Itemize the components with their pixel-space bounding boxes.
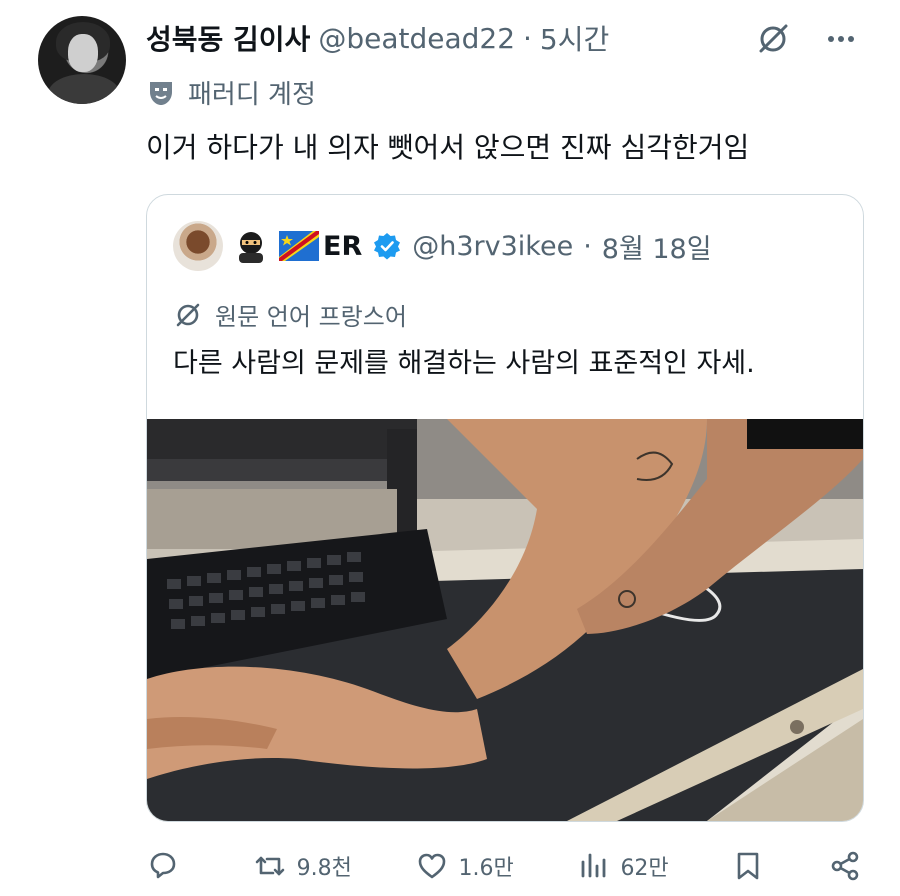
share-button[interactable] (828, 849, 862, 883)
mask-icon (150, 81, 172, 105)
share-icon (831, 851, 859, 881)
quoted-avatar (173, 221, 223, 271)
author-name[interactable]: 성북동 김이사 (146, 18, 310, 58)
reply-icon (150, 852, 176, 879)
top-actions (754, 20, 860, 58)
translate-icon[interactable] (754, 20, 792, 58)
tweet-actions: 9.8천 1.6만 62만 (146, 846, 862, 886)
tweet-header: 성북동 김이사 @beatdead22 · 5시간 (146, 18, 609, 58)
like-count: 1.6만 (458, 856, 514, 881)
like-button[interactable]: 1.6만 (415, 849, 514, 883)
avatar-face (68, 34, 98, 72)
retweet-button[interactable]: 9.8천 (253, 849, 352, 883)
header-separator: · (523, 21, 532, 55)
verified-badge-icon (374, 233, 401, 260)
views-button[interactable]: 62만 (576, 849, 669, 883)
retweet-count: 9.8천 (296, 856, 352, 881)
flag-drc-icon (279, 231, 319, 261)
quoted-photo[interactable] (147, 419, 863, 821)
parody-label: 패러디 계정 (146, 74, 316, 111)
avatar-shoulder (48, 74, 120, 104)
author-avatar[interactable] (38, 16, 126, 104)
quoted-handle[interactable]: @h3rv3ikee (412, 231, 573, 262)
quoted-text: 다른 사람의 문제를 해결하는 사람의 표준적인 자세. (173, 348, 755, 379)
heart-icon (418, 853, 445, 879)
bookmark-icon (738, 852, 759, 880)
author-handle[interactable]: @beatdead22 (318, 22, 515, 55)
ninja-emoji-icon (239, 232, 263, 263)
translation-label: 원문 언어 프랑스어 (215, 303, 407, 331)
quoted-tweet[interactable]: ER @h3rv3ikee · 8월 18일 원문 언어 프랑스어 다른 사람의… (146, 194, 864, 822)
more-icon[interactable] (822, 20, 860, 58)
retweet-icon (255, 856, 284, 876)
quoted-date[interactable]: 8월 18일 (602, 227, 712, 266)
translation-note: 원문 언어 프랑스어 (173, 297, 407, 332)
views-count: 62만 (620, 856, 669, 881)
bookmark-button[interactable] (731, 849, 765, 883)
reply-button[interactable] (146, 849, 190, 883)
quoted-header: ER @h3rv3ikee · 8월 18일 (173, 221, 712, 271)
parody-text: 패러디 계정 (188, 80, 316, 110)
translate-icon (176, 303, 200, 326)
tweet-time[interactable]: 5시간 (540, 18, 609, 58)
quoted-name[interactable]: ER (323, 231, 362, 262)
quoted-separator: · (583, 230, 592, 262)
tweet-text: 이거 하다가 내 의자 뺏어서 앉으면 진짜 심각한거임 (146, 131, 750, 164)
views-bar-chart-icon (582, 853, 606, 878)
